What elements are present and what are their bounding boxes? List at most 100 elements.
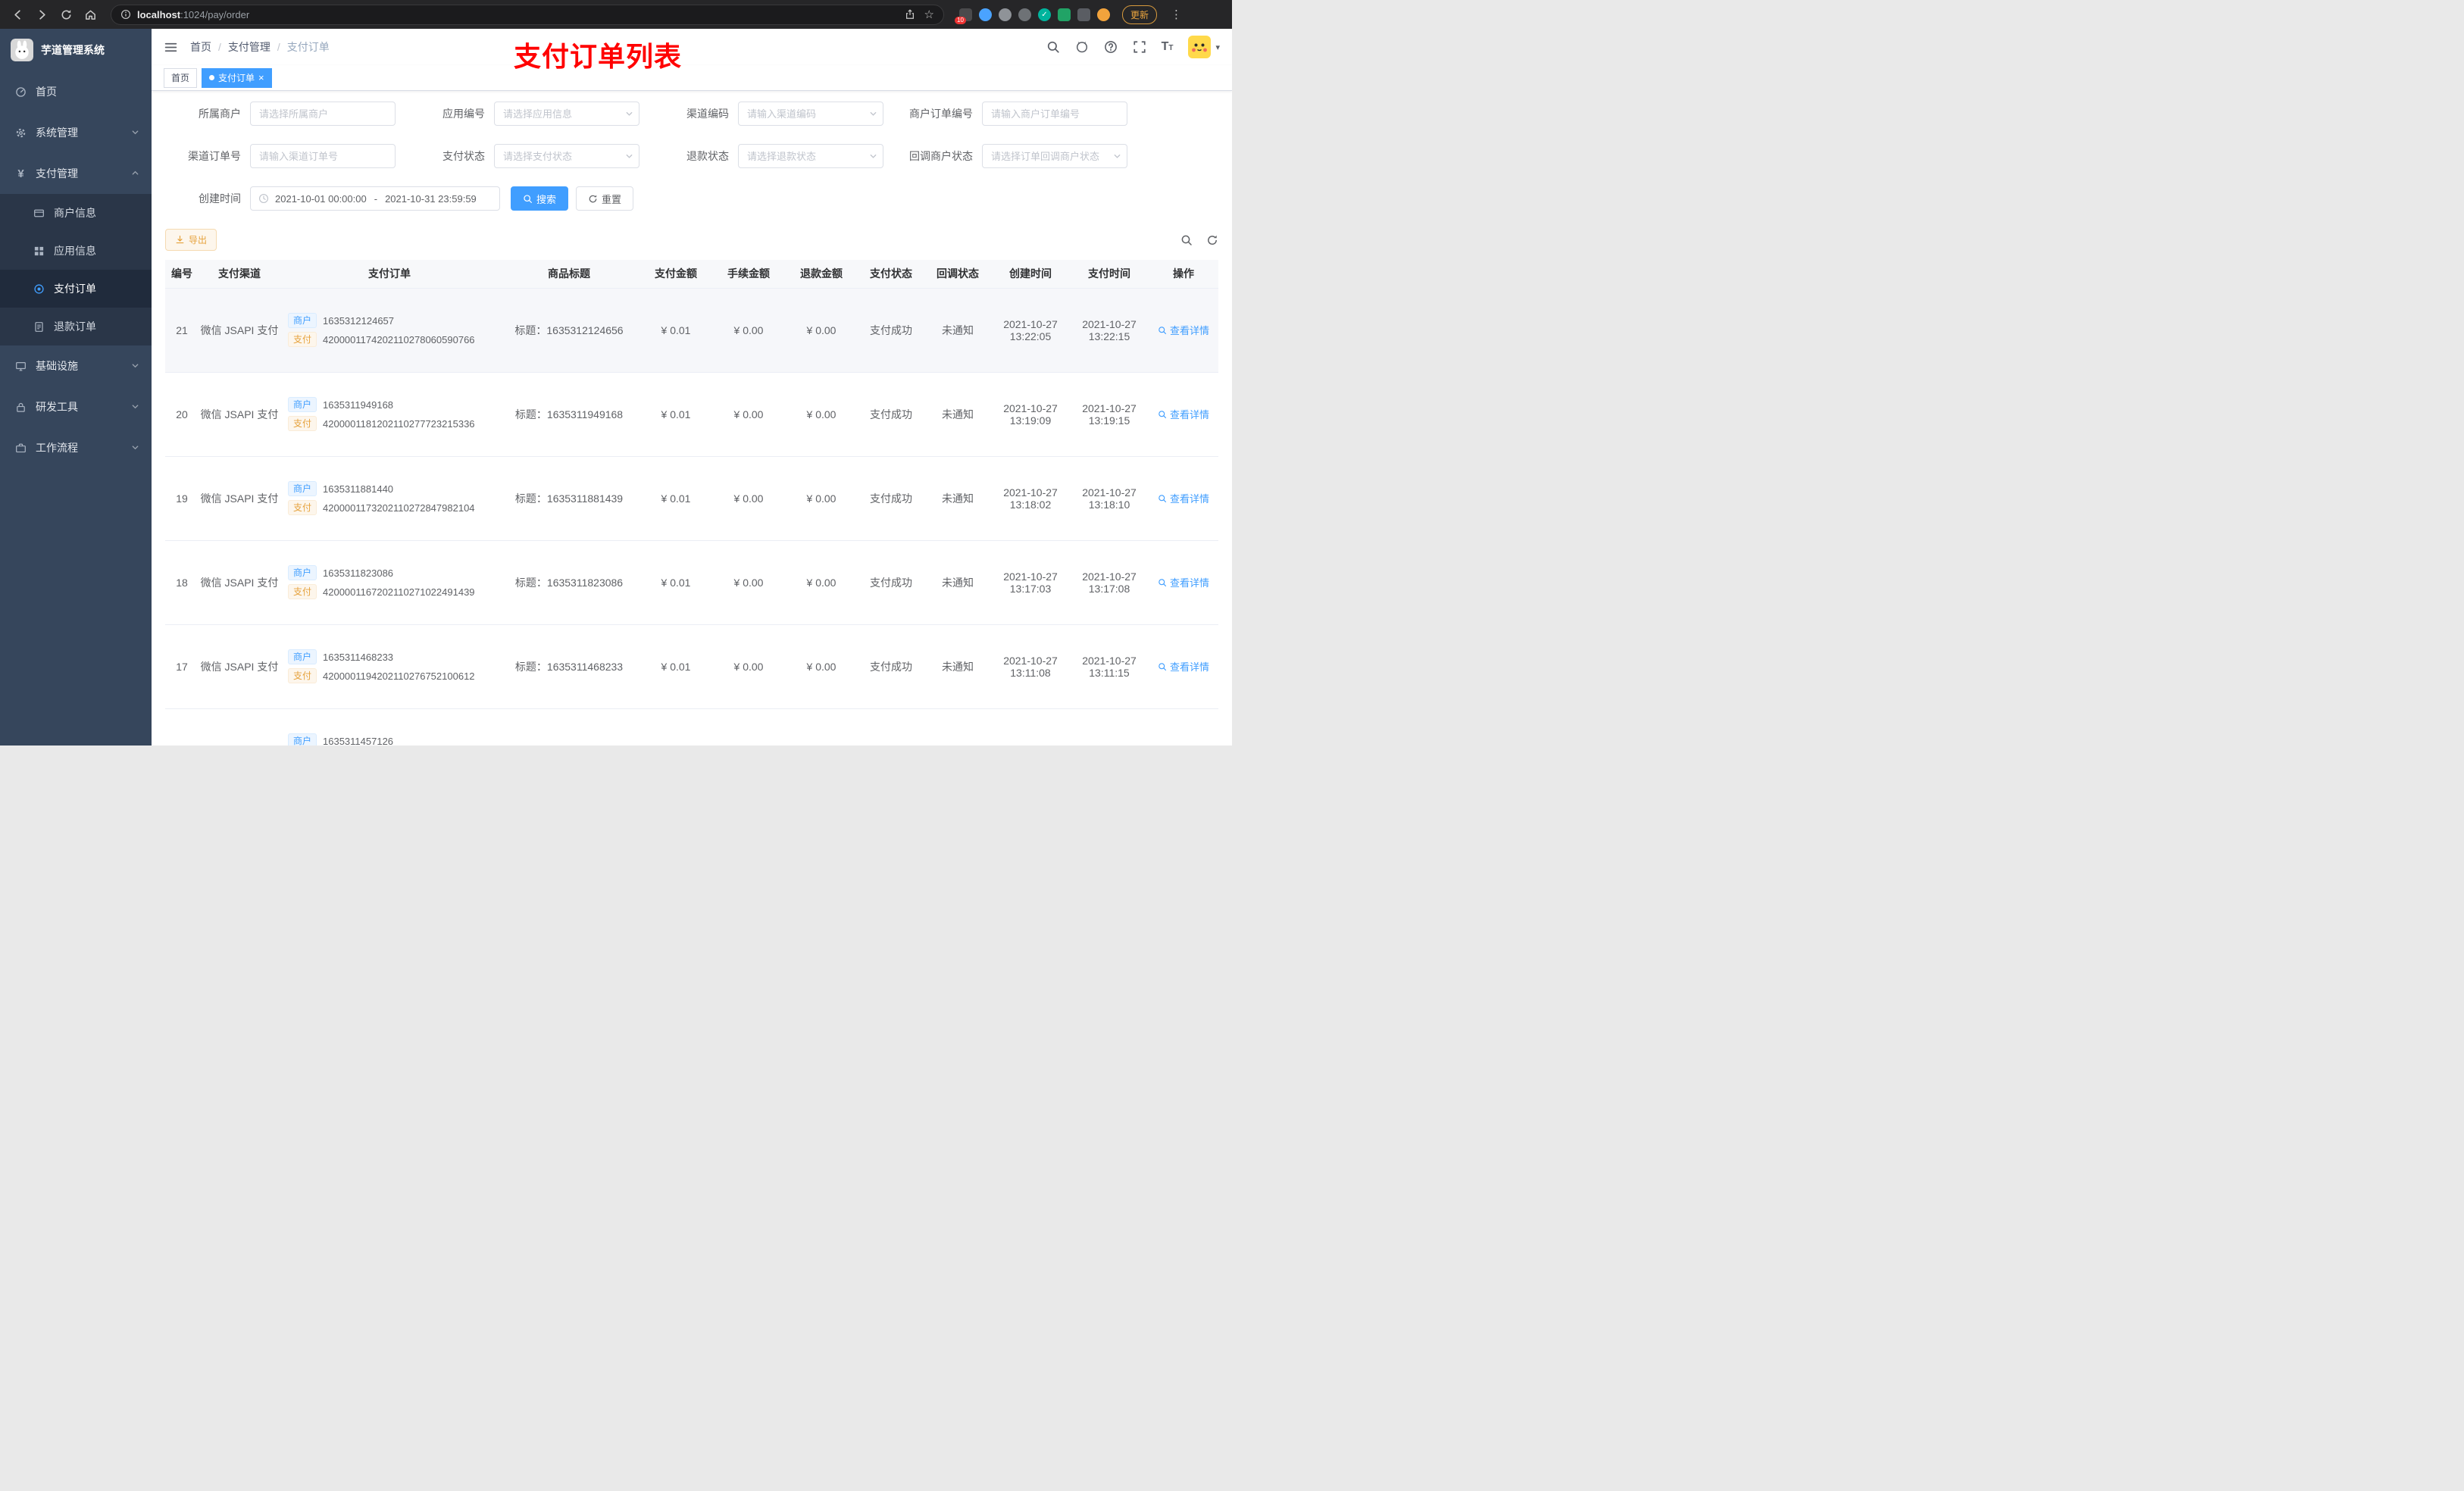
sidebar-item-dev-tools[interactable]: 研发工具 <box>0 386 152 427</box>
sidebar-item-home[interactable]: 首页 <box>0 71 152 112</box>
sidebar-item-refund-order[interactable]: 退款订单 <box>0 308 152 345</box>
pay-order-no: 4200001174202110278060590766 <box>323 333 475 345</box>
sidebar-item-pay-order[interactable]: 支付订单 <box>0 270 152 308</box>
sidebar-item-workflow[interactable]: 工作流程 <box>0 427 152 468</box>
app-title: 芋道管理系统 <box>41 44 105 56</box>
cell-paid: 2021-10-27 13:17:08 <box>1070 540 1149 625</box>
extension-icon[interactable] <box>1097 8 1110 21</box>
table-row: 21 微信 JSAPI 支付 商户 1635312124657 支付 42000… <box>165 288 1218 373</box>
merchant-order-no: 1635312124657 <box>323 314 395 327</box>
cell-notify: 未通知 <box>924 288 991 373</box>
pay-status-select[interactable] <box>494 144 639 168</box>
app-id-select[interactable] <box>494 102 639 126</box>
forward-icon[interactable] <box>32 5 52 24</box>
export-button[interactable]: 导出 <box>165 229 217 251</box>
address-bar[interactable]: localhost:1024/pay/order ☆ <box>111 4 944 25</box>
cell-id: 21 <box>165 288 199 373</box>
cell-paid: 2021-10-27 13:19:15 <box>1070 372 1149 457</box>
view-detail-link[interactable]: 查看详情 <box>1158 323 1209 337</box>
browser-update-button[interactable]: 更新 <box>1122 5 1158 24</box>
cell-id: 20 <box>165 372 199 457</box>
magnifier-icon <box>1158 410 1167 419</box>
channel-code-select[interactable] <box>738 102 883 126</box>
tab-pay-order[interactable]: 支付订单 × <box>202 67 272 88</box>
breadcrumb-home[interactable]: 首页 <box>190 39 211 55</box>
extension-icon[interactable] <box>1058 8 1071 21</box>
sidebar-item-infrastructure[interactable]: 基础设施 <box>0 345 152 386</box>
bookmark-star-icon[interactable]: ☆ <box>924 9 934 20</box>
breadcrumb-current: 支付订单 <box>286 41 330 53</box>
cell-action: 查看详情 <box>1149 624 1218 709</box>
sidebar-item-system[interactable]: 系统管理 <box>0 112 152 153</box>
user-menu[interactable]: ▾ <box>1188 36 1220 58</box>
sidebar-item-app-info[interactable]: 应用信息 <box>0 232 152 270</box>
view-detail-label: 查看详情 <box>1169 325 1209 336</box>
caret-down-icon: ▾ <box>1215 42 1220 52</box>
logo-avatar <box>11 39 33 61</box>
table-search-icon[interactable] <box>1180 234 1193 246</box>
tab-home[interactable]: 首页 <box>164 67 198 88</box>
create-time-range-picker[interactable]: 2021-10-01 00:00:00 - 2021-10-31 23:59:5… <box>250 186 500 211</box>
extension-icon[interactable] <box>999 8 1012 21</box>
sidebar-item-label: 应用信息 <box>54 245 96 257</box>
cell-id: 19 <box>165 456 199 541</box>
share-icon[interactable] <box>905 9 915 20</box>
view-detail-link[interactable]: 查看详情 <box>1158 659 1209 674</box>
search-button-label: 搜索 <box>536 193 557 205</box>
site-info-icon[interactable] <box>120 9 131 20</box>
home-icon[interactable] <box>80 5 100 24</box>
extensions-bar: 10 ✓ <box>955 8 1110 24</box>
view-detail-link[interactable]: 查看详情 <box>1158 575 1209 589</box>
sidebar-toggle-icon[interactable] <box>164 40 178 55</box>
cell-amount: ¥ 0.01 <box>639 624 712 709</box>
lock-icon <box>15 402 27 413</box>
reload-icon[interactable] <box>56 5 76 24</box>
merchant-input[interactable] <box>250 102 396 126</box>
extension-icon[interactable] <box>979 8 992 21</box>
notify-status-select[interactable] <box>982 144 1127 168</box>
orders-tbody: 21 微信 JSAPI 支付 商户 1635312124657 支付 42000… <box>165 288 1218 746</box>
view-detail-label: 查看详情 <box>1169 409 1209 420</box>
view-detail-link[interactable]: 查看详情 <box>1158 491 1209 505</box>
filter-label: 商户订单编号 <box>909 108 973 120</box>
table-refresh-icon[interactable] <box>1206 234 1218 246</box>
app-logo[interactable]: 芋道管理系统 <box>0 29 152 71</box>
extension-icon[interactable]: 10 <box>955 8 972 24</box>
merchant-badge: 商户 <box>288 481 317 496</box>
filter-channel-order-no: 渠道订单号 <box>165 144 409 168</box>
title-value: 1635311949168 <box>546 408 624 420</box>
search-icon[interactable] <box>1046 40 1060 54</box>
merchant-order-no-input[interactable] <box>982 102 1127 126</box>
sidebar-item-merchant-info[interactable]: 商户信息 <box>0 194 152 232</box>
merchant-badge: 商户 <box>288 733 317 746</box>
cell-title: 标题：1635312124656 <box>499 288 639 373</box>
cell-title: 标题： <box>499 708 639 746</box>
magnifier-icon <box>1158 578 1167 587</box>
reset-button[interactable]: 重置 <box>576 186 634 211</box>
view-detail-link[interactable]: 查看详情 <box>1158 407 1209 421</box>
refund-status-select[interactable] <box>738 144 883 168</box>
date-start: 2021-10-01 00:00:00 <box>275 192 367 205</box>
sidebar-item-payment[interactable]: ¥ 支付管理 <box>0 153 152 194</box>
font-size-icon[interactable]: TT <box>1162 40 1174 54</box>
chevron-down-icon <box>1113 152 1121 161</box>
extension-icon[interactable] <box>1018 8 1031 21</box>
puzzle-icon[interactable] <box>1077 8 1090 21</box>
page-header: 首页 / 支付管理 / 支付订单 支付订单列表 TT ▾ <box>152 29 1232 72</box>
breadcrumb-payment[interactable]: 支付管理 <box>228 39 270 55</box>
github-icon[interactable] <box>1075 40 1089 54</box>
cell-id: 18 <box>165 540 199 625</box>
back-icon[interactable] <box>8 5 27 24</box>
cell-refund <box>785 708 858 746</box>
help-icon[interactable] <box>1104 40 1118 54</box>
search-button[interactable]: 搜索 <box>511 186 569 211</box>
fullscreen-icon[interactable] <box>1133 40 1146 54</box>
breadcrumb-separator: / <box>277 41 280 53</box>
tab-close-icon[interactable]: × <box>258 73 264 83</box>
title-prefix: 标题： <box>514 492 547 505</box>
browser-menu-icon[interactable]: ⋮ <box>1168 8 1185 21</box>
extension-check-icon[interactable]: ✓ <box>1038 8 1051 21</box>
sidebar-item-label: 退款订单 <box>54 320 96 333</box>
channel-order-no-input[interactable] <box>250 144 396 168</box>
cell-created <box>991 708 1070 746</box>
